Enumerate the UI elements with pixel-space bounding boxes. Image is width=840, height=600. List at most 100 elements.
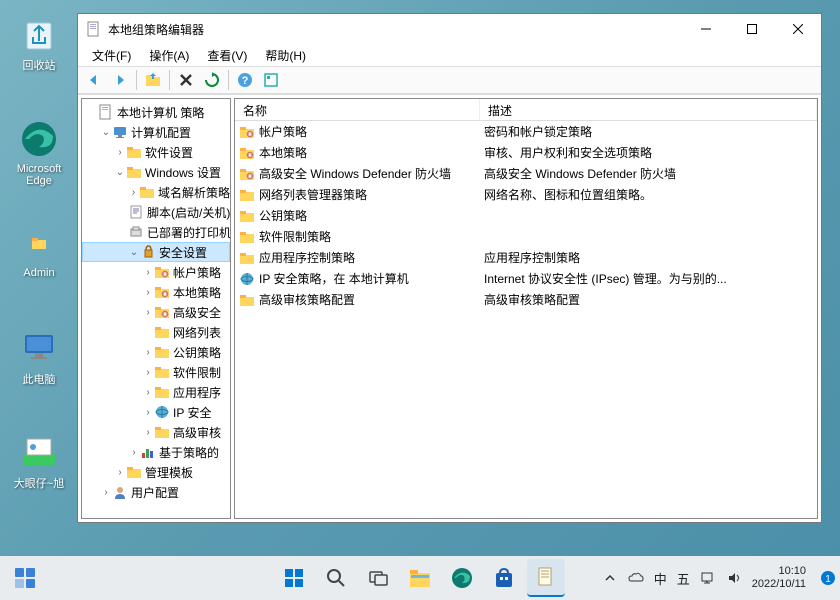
tree-item[interactable]: ›高级安全: [82, 302, 230, 322]
tree-pane[interactable]: 本地计算机 策略⌄计算机配置›软件设置⌄Windows 设置›域名解析策略脚本(…: [81, 98, 231, 519]
desktop-icon-folder[interactable]: Admin: [4, 222, 74, 279]
list-row[interactable]: 网络列表管理器策略网络名称、图标和位置组策略。: [235, 184, 817, 205]
expander-icon[interactable]: ›: [142, 367, 154, 378]
tree-item[interactable]: ›基于策略的: [82, 442, 230, 462]
tree-item[interactable]: ⌄安全设置: [82, 242, 230, 262]
delete-button[interactable]: [174, 68, 198, 92]
row-desc: 应用程序控制策略: [480, 249, 817, 266]
list-row[interactable]: IP 安全策略，在 本地计算机Internet 协议安全性 (IPsec) 管理…: [235, 268, 817, 289]
titlebar[interactable]: 本地组策略编辑器: [78, 14, 821, 44]
row-name: 高级审核策略配置: [259, 291, 355, 308]
desktop-icon-pc[interactable]: 此电脑: [4, 326, 74, 387]
folder-icon: [239, 208, 255, 224]
expander-icon[interactable]: ›: [142, 387, 154, 398]
expander-icon[interactable]: ›: [128, 447, 140, 458]
folderl-icon: [239, 145, 255, 161]
tree-item[interactable]: ›公钥策略: [82, 342, 230, 362]
expander-icon[interactable]: ›: [142, 267, 154, 278]
list-pane[interactable]: 名称 描述 帐户策略密码和帐户锁定策略本地策略审核、用户权利和安全选项策略高级安…: [234, 98, 818, 519]
tree-item[interactable]: ›软件限制: [82, 362, 230, 382]
tree-item[interactable]: ⌄计算机配置: [82, 122, 230, 142]
up-button[interactable]: [141, 68, 165, 92]
list-row[interactable]: 公钥策略: [235, 205, 817, 226]
folderl-icon: [239, 166, 255, 182]
folderl-icon: [154, 264, 170, 280]
expander-icon[interactable]: ⌄: [114, 167, 126, 178]
taskview-button[interactable]: [359, 559, 397, 597]
tree-item[interactable]: 脚本(启动/关机): [82, 202, 230, 222]
export-button[interactable]: [259, 68, 283, 92]
desktop-icon-edge[interactable]: Microsoft Edge: [4, 118, 74, 187]
list-row[interactable]: 帐户策略密码和帐户锁定策略: [235, 121, 817, 142]
expander-icon[interactable]: ›: [114, 147, 126, 158]
list-row[interactable]: 软件限制策略: [235, 226, 817, 247]
widgets-button[interactable]: [6, 559, 44, 597]
expander-icon[interactable]: ›: [128, 187, 139, 198]
column-desc[interactable]: 描述: [480, 99, 817, 120]
help-button[interactable]: ?: [233, 68, 257, 92]
tree-item[interactable]: 已部署的打印机: [82, 222, 230, 242]
close-button[interactable]: [775, 14, 821, 44]
explorer-button[interactable]: [401, 559, 439, 597]
onedrive-icon[interactable]: [628, 570, 644, 586]
expander-icon[interactable]: ›: [100, 487, 112, 498]
tree-item[interactable]: ⌄Windows 设置: [82, 162, 230, 182]
clock[interactable]: 10:10 2022/10/11: [752, 565, 810, 591]
tree-item[interactable]: ›软件设置: [82, 142, 230, 162]
start-button[interactable]: [275, 559, 313, 597]
back-button[interactable]: [82, 68, 106, 92]
list-row[interactable]: 本地策略审核、用户权利和安全选项策略: [235, 142, 817, 163]
list-header[interactable]: 名称 描述: [235, 99, 817, 121]
list-row[interactable]: 高级审核策略配置高级审核策略配置: [235, 289, 817, 310]
desktop-icon-app[interactable]: 大眼仔~旭: [4, 430, 74, 491]
store-button[interactable]: [485, 559, 523, 597]
tree-item[interactable]: ›帐户策略: [82, 262, 230, 282]
list-row[interactable]: 高级安全 Windows Defender 防火墙高级安全 Windows De…: [235, 163, 817, 184]
chevron-up-icon[interactable]: [602, 570, 618, 586]
folder-icon: [239, 292, 255, 308]
tree-item[interactable]: ›本地策略: [82, 282, 230, 302]
desktop-icon-label: 大眼仔~旭: [4, 475, 74, 491]
tree-item[interactable]: ›管理模板: [82, 462, 230, 482]
forward-button[interactable]: [108, 68, 132, 92]
svg-text:?: ?: [242, 75, 249, 87]
tree-item[interactable]: 网络列表: [82, 322, 230, 342]
tree-item[interactable]: ›用户配置: [82, 482, 230, 502]
row-name: 公钥策略: [259, 207, 307, 224]
tree-item[interactable]: ›域名解析策略: [82, 182, 230, 202]
network-icon[interactable]: [700, 570, 716, 586]
expander-icon[interactable]: ›: [142, 427, 154, 438]
expander-icon[interactable]: ⌄: [100, 127, 112, 138]
tree-item[interactable]: 本地计算机 策略: [82, 102, 230, 122]
user-icon: [112, 484, 128, 500]
minimize-button[interactable]: [683, 14, 729, 44]
ime-method[interactable]: 五: [677, 569, 690, 588]
menu-help[interactable]: 帮助(H): [257, 45, 314, 66]
expander-icon[interactable]: ›: [142, 307, 154, 318]
expander-icon[interactable]: ⌄: [128, 247, 140, 258]
gpedit-taskbar-button[interactable]: [527, 559, 565, 597]
tree-item[interactable]: ›IP 安全: [82, 402, 230, 422]
taskbar-right: 中 五 10:10 2022/10/11 1: [602, 565, 836, 591]
tree-item[interactable]: ›高级审核: [82, 422, 230, 442]
desktop-icon-recycle[interactable]: 回收站: [4, 12, 74, 73]
folder-icon: [154, 384, 170, 400]
tree-item[interactable]: ›应用程序: [82, 382, 230, 402]
notification-icon[interactable]: 1: [820, 570, 836, 586]
volume-icon[interactable]: [726, 570, 742, 586]
menu-file[interactable]: 文件(F): [84, 45, 139, 66]
expander-icon[interactable]: ›: [142, 407, 154, 418]
menu-view[interactable]: 查看(V): [199, 45, 255, 66]
refresh-button[interactable]: [200, 68, 224, 92]
folder-icon: [126, 164, 142, 180]
maximize-button[interactable]: [729, 14, 775, 44]
search-button[interactable]: [317, 559, 355, 597]
list-row[interactable]: 应用程序控制策略应用程序控制策略: [235, 247, 817, 268]
ime-mode[interactable]: 中: [654, 569, 667, 588]
edge-button[interactable]: [443, 559, 481, 597]
expander-icon[interactable]: ›: [142, 347, 154, 358]
expander-icon[interactable]: ›: [114, 467, 126, 478]
expander-icon[interactable]: ›: [142, 287, 154, 298]
menu-action[interactable]: 操作(A): [141, 45, 197, 66]
column-name[interactable]: 名称: [235, 99, 480, 120]
